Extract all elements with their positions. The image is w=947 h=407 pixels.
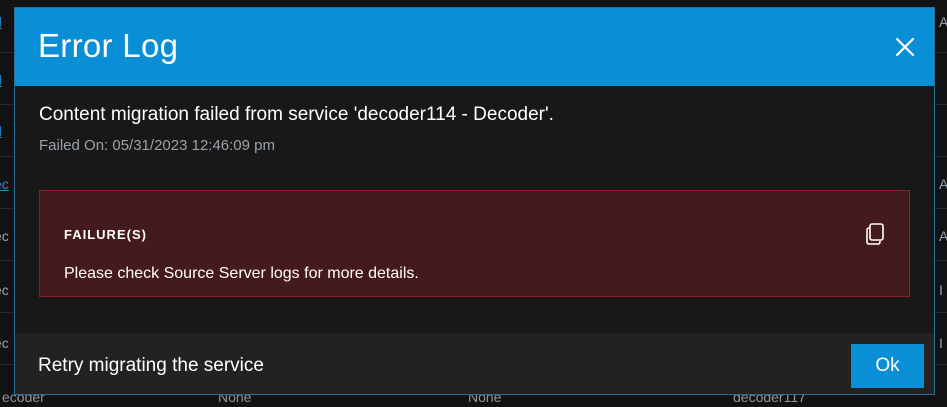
background-link-fragment: ec xyxy=(0,176,9,192)
dialog-header: Error Log xyxy=(15,8,934,86)
error-message: Content migration failed from service 'd… xyxy=(39,104,554,125)
dialog-title: Error Log xyxy=(38,27,179,64)
copy-icon xyxy=(866,223,884,245)
background-cell-fragment: A xyxy=(939,176,947,192)
failure-heading: FAILURE(S) xyxy=(64,227,147,242)
background-cell-fragment: ec xyxy=(0,282,9,298)
background-link-fragment: d xyxy=(0,14,2,30)
retry-migration-text: Retry migrating the service xyxy=(38,355,264,376)
copy-button[interactable] xyxy=(865,221,887,247)
error-log-dialog: Error Log Content migration failed from … xyxy=(14,7,935,395)
failure-panel: FAILURE(S) Please check Source Server lo… xyxy=(39,190,910,297)
background-cell-fragment: A xyxy=(939,228,947,244)
ok-button[interactable]: Ok xyxy=(851,344,924,388)
background-link-fragment: d xyxy=(0,72,2,88)
background-table-right-edge: A A A I I xyxy=(937,0,947,407)
background-cell-fragment: ec xyxy=(0,228,9,244)
failed-on-timestamp: Failed On: 05/31/2023 12:46:09 pm xyxy=(39,137,276,154)
background-cell-fragment: ec xyxy=(0,335,9,351)
failure-details: Please check Source Server logs for more… xyxy=(64,265,419,282)
close-icon xyxy=(895,37,915,57)
close-button[interactable] xyxy=(894,36,916,58)
background-cell-fragment: I xyxy=(939,282,943,298)
background-table-left-edge: d d d ec ec ec ec xyxy=(0,0,14,407)
background-cell-fragment: I xyxy=(939,335,943,351)
background-link-fragment: d xyxy=(0,123,2,139)
dialog-footer: Retry migrating the service Ok xyxy=(15,333,934,394)
background-cell-fragment: A xyxy=(939,14,947,30)
